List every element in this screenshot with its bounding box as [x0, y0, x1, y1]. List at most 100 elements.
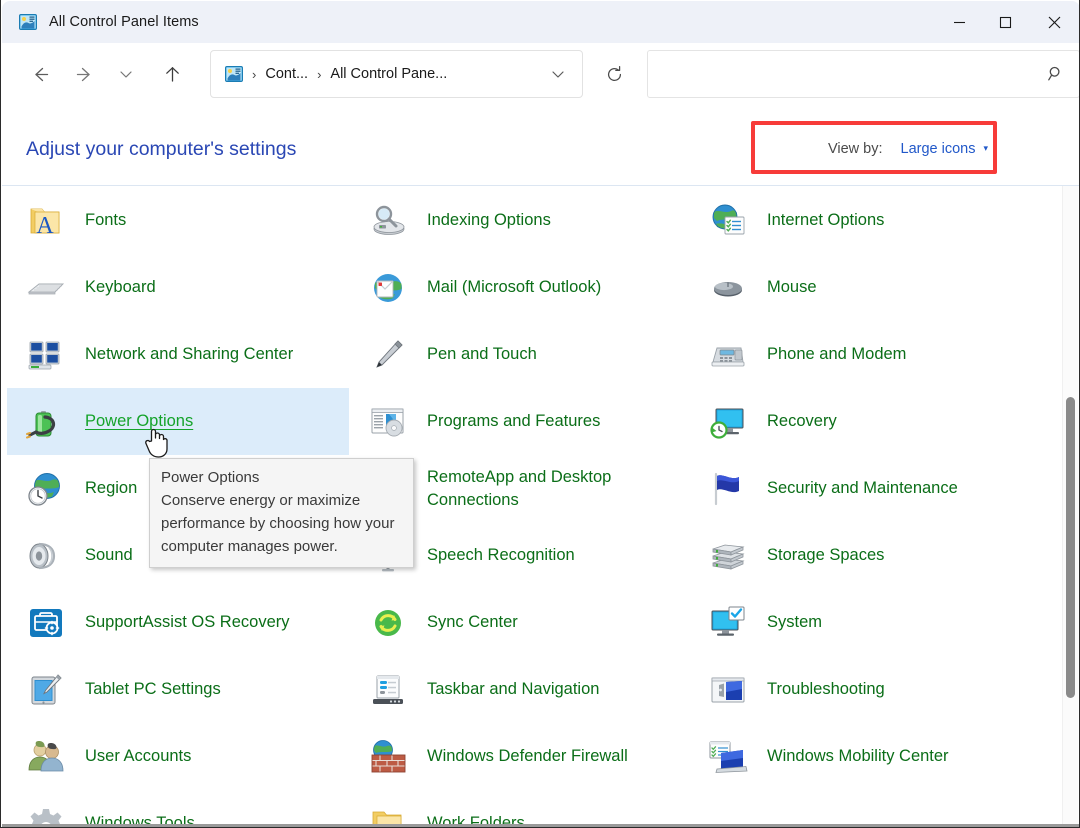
- network-sharing-center-icon: [25, 334, 67, 376]
- control-panel-item-troubleshooting[interactable]: Troubleshooting: [689, 656, 1055, 723]
- item-label: Security and Maintenance: [767, 477, 958, 500]
- work-folders-icon: [367, 803, 409, 827]
- search-box[interactable]: [647, 50, 1080, 98]
- minimize-button[interactable]: [936, 1, 982, 43]
- refresh-icon[interactable]: [599, 59, 629, 89]
- security-and-maintenance-icon: [707, 468, 749, 510]
- supportassist-icon: [25, 602, 67, 644]
- control-panel-item-keyboard[interactable]: Keyboard: [7, 254, 349, 321]
- item-label: Programs and Features: [427, 410, 600, 433]
- item-label: Internet Options: [767, 209, 884, 232]
- item-label: Mouse: [767, 276, 817, 299]
- pen-and-touch-icon: [367, 334, 409, 376]
- forward-arrow-icon[interactable]: [68, 58, 100, 90]
- item-label: Sync Center: [427, 611, 518, 634]
- indexing-options-icon: [367, 200, 409, 242]
- svg-text:A: A: [36, 213, 54, 239]
- item-label: Sound: [85, 544, 133, 567]
- chevron-down-icon[interactable]: [110, 58, 142, 90]
- recovery-icon: [707, 401, 749, 443]
- control-panel-item-pen-and-touch[interactable]: Pen and Touch: [349, 321, 689, 388]
- control-panel-item-system[interactable]: System: [689, 589, 1055, 656]
- windows-tools-icon: [25, 803, 67, 827]
- item-label: System: [767, 611, 822, 634]
- maximize-button[interactable]: [982, 1, 1028, 43]
- item-label: Pen and Touch: [427, 343, 537, 366]
- windows-defender-firewall-icon: [367, 736, 409, 778]
- control-panel-item-tablet-pc-settings[interactable]: Tablet PC Settings: [7, 656, 349, 723]
- item-label: SupportAssist OS Recovery: [85, 611, 290, 634]
- control-panel-item-windows-defender-firewall[interactable]: Windows Defender Firewall: [349, 723, 689, 790]
- control-panel-icon: [225, 65, 243, 83]
- tooltip-title: Power Options: [161, 466, 402, 489]
- control-panel-item-power-options[interactable]: Power Options: [7, 388, 349, 455]
- internet-options-icon: [707, 200, 749, 242]
- control-panel-item-network-and-sharing-center[interactable]: Network and Sharing Center: [7, 321, 349, 388]
- mouse-icon: [707, 267, 749, 309]
- control-panel-item-mouse[interactable]: Mouse: [689, 254, 1055, 321]
- search-icon[interactable]: [1047, 65, 1065, 83]
- sound-icon: [25, 535, 67, 577]
- region-icon: [25, 468, 67, 510]
- control-panel-item-sync-center[interactable]: Sync Center: [349, 589, 689, 656]
- window-bottom-edge: [2, 824, 1080, 827]
- item-label: Keyboard: [85, 276, 156, 299]
- control-panel-item-mail[interactable]: Mail (Microsoft Outlook): [349, 254, 689, 321]
- item-label: Region: [85, 477, 137, 500]
- search-input[interactable]: [660, 59, 1060, 89]
- up-arrow-icon[interactable]: [156, 58, 188, 90]
- windows-mobility-center-icon: [707, 736, 749, 778]
- breadcrumb-separator: ›: [317, 67, 321, 82]
- item-label: Phone and Modem: [767, 343, 906, 366]
- control-panel-item-fonts[interactable]: A Fonts: [7, 187, 349, 254]
- item-label: Mail (Microsoft Outlook): [427, 276, 601, 299]
- close-button[interactable]: [1028, 1, 1080, 43]
- control-panel-item-security-and-maintenance[interactable]: Security and Maintenance: [689, 455, 1055, 522]
- item-label: Indexing Options: [427, 209, 551, 232]
- vertical-scrollbar[interactable]: [1062, 186, 1078, 826]
- control-panel-item-empty: [689, 790, 1055, 826]
- item-label: RemoteApp and Desktop Connections: [427, 466, 662, 512]
- taskbar-and-navigation-icon: [367, 669, 409, 711]
- system-icon: [707, 602, 749, 644]
- programs-and-features-icon: [367, 401, 409, 443]
- control-panel-item-storage-spaces[interactable]: Storage Spaces: [689, 522, 1055, 589]
- item-label: Storage Spaces: [767, 544, 884, 567]
- power-options-icon: [25, 401, 67, 443]
- control-panel-item-supportassist-os-recovery[interactable]: SupportAssist OS Recovery: [7, 589, 349, 656]
- header-band: Adjust your computer's settings View by:…: [2, 105, 1080, 186]
- user-accounts-icon: [25, 736, 67, 778]
- scrollbar-thumb[interactable]: [1066, 397, 1075, 698]
- view-by-control[interactable]: View by: Large icons ▾: [828, 141, 988, 157]
- caret-down-icon[interactable]: ▾: [983, 143, 988, 154]
- troubleshooting-icon: [707, 669, 749, 711]
- tooltip-description: Conserve energy or maximize performance …: [161, 489, 402, 558]
- item-label: Recovery: [767, 410, 837, 433]
- tablet-pc-settings-icon: [25, 669, 67, 711]
- control-panel-item-work-folders[interactable]: Work Folders: [349, 790, 689, 826]
- control-panel-item-windows-tools[interactable]: Windows Tools: [7, 790, 349, 826]
- control-panel-item-internet-options[interactable]: Internet Options: [689, 187, 1055, 254]
- control-panel-item-windows-mobility-center[interactable]: Windows Mobility Center: [689, 723, 1055, 790]
- power-options-tooltip: Power Options Conserve energy or maximiz…: [149, 458, 414, 568]
- item-label: Network and Sharing Center: [85, 343, 293, 366]
- item-label: Windows Mobility Center: [767, 745, 949, 768]
- window-controls: [936, 1, 1080, 43]
- control-panel-item-indexing-options[interactable]: Indexing Options: [349, 187, 689, 254]
- breadcrumb-control-panel[interactable]: Cont...: [265, 66, 308, 82]
- control-panel-item-user-accounts[interactable]: User Accounts: [7, 723, 349, 790]
- item-label: Troubleshooting: [767, 678, 885, 701]
- control-panel-item-recovery[interactable]: Recovery: [689, 388, 1055, 455]
- control-panel-item-programs-and-features[interactable]: Programs and Features: [349, 388, 689, 455]
- control-panel-item-phone-and-modem[interactable]: Phone and Modem: [689, 321, 1055, 388]
- view-by-label: View by:: [828, 141, 883, 157]
- back-arrow-icon[interactable]: [24, 58, 56, 90]
- keyboard-icon: [25, 267, 67, 309]
- address-bar[interactable]: › Cont... › All Control Pane...: [210, 50, 583, 98]
- view-by-value[interactable]: Large icons: [901, 141, 976, 157]
- item-label: Power Options: [85, 410, 193, 433]
- chevron-down-icon[interactable]: [548, 64, 568, 84]
- breadcrumb-all-control-panel-items[interactable]: All Control Pane...: [330, 66, 447, 82]
- control-panel-item-taskbar-and-navigation[interactable]: Taskbar and Navigation: [349, 656, 689, 723]
- control-panel-icon: [19, 13, 37, 31]
